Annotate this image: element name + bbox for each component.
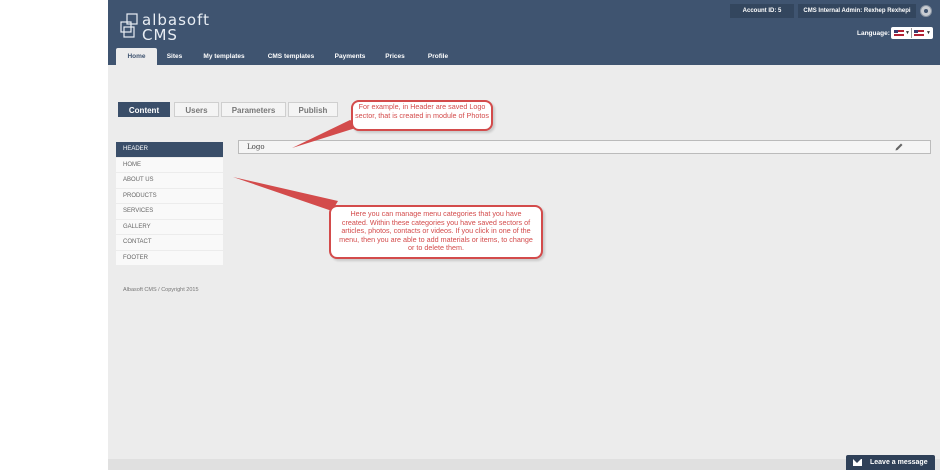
- nav-tab-profile[interactable]: Profile: [421, 48, 455, 65]
- menu-item-contact[interactable]: CONTACT: [116, 235, 223, 251]
- nav-tab-prices[interactable]: Prices: [380, 48, 410, 65]
- menu-item-gallery[interactable]: GALLERY: [116, 219, 223, 235]
- language-selector[interactable]: ▼ ▼: [891, 27, 933, 39]
- menu-note-callout: Here you can manage menu categories that…: [329, 205, 543, 259]
- nav-tab-my-templates[interactable]: My templates: [197, 48, 251, 65]
- menu-item-header[interactable]: HEADER: [116, 142, 223, 158]
- logo-mark-icon: [120, 13, 138, 38]
- menu-category-list: HEADER HOME ABOUT US PRODUCTS SERVICES G…: [116, 142, 223, 266]
- sector-row-logo[interactable]: Logo: [238, 140, 931, 154]
- sector-row-label: Logo: [247, 143, 265, 151]
- footer-bar: [108, 459, 940, 470]
- nav-tab-sites[interactable]: Sites: [161, 48, 188, 65]
- leave-message-button[interactable]: Leave a message: [846, 455, 935, 470]
- tab-content[interactable]: Content: [118, 102, 170, 117]
- chevron-down-icon: ▼: [926, 30, 931, 36]
- mail-icon: [853, 459, 862, 466]
- us-flag-icon: [914, 30, 924, 36]
- settings-icon[interactable]: [920, 5, 932, 17]
- pencil-icon[interactable]: [894, 142, 904, 152]
- header-note-callout: For example, in Header are saved Logo se…: [351, 100, 493, 131]
- account-id-badge: Account ID: 5: [730, 4, 794, 18]
- menu-item-home[interactable]: HOME: [116, 157, 223, 173]
- menu-item-footer[interactable]: FOOTER: [116, 250, 223, 266]
- brand-logo[interactable]: albasoft CMS: [120, 10, 220, 44]
- nav-tab-home[interactable]: Home: [116, 48, 157, 65]
- tab-publish[interactable]: Publish: [288, 102, 338, 117]
- admin-user-badge[interactable]: CMS Internal Admin: Rexhep Rexhepi: [798, 4, 916, 18]
- language-label: Language:: [857, 30, 890, 37]
- us-flag-icon: [894, 30, 904, 36]
- nav-tab-payments[interactable]: Payments: [330, 48, 370, 65]
- nav-tab-cms-templates[interactable]: CMS templates: [263, 48, 319, 65]
- top-header: albasoft CMS Account ID: 5 CMS Internal …: [108, 0, 940, 65]
- menu-item-services[interactable]: SERVICES: [116, 204, 223, 220]
- menu-item-about-us[interactable]: ABOUT US: [116, 173, 223, 189]
- tab-parameters[interactable]: Parameters: [221, 102, 286, 117]
- menu-item-products[interactable]: PRODUCTS: [116, 188, 223, 204]
- chevron-down-icon: ▼: [905, 30, 910, 36]
- copyright-text: Albasoft CMS / Copyright 2015: [123, 287, 199, 293]
- brand-product: CMS: [142, 26, 178, 44]
- language-divider: [911, 28, 912, 38]
- tab-users[interactable]: Users: [174, 102, 219, 117]
- leave-message-label: Leave a message: [870, 459, 928, 466]
